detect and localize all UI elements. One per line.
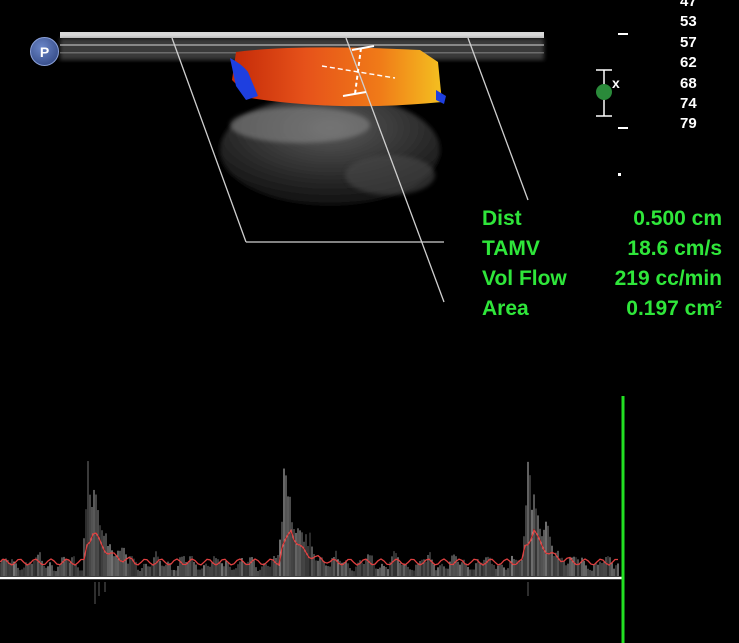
deep-tissue-echo	[345, 155, 435, 195]
skin-line	[60, 32, 544, 38]
measurement-value: 18.6 cm/s	[627, 237, 722, 260]
doppler-spectrum	[0, 461, 619, 576]
measurement-name: Area	[482, 297, 529, 320]
p-logo-icon: P	[30, 37, 59, 66]
measurement-row: Area 0.197 cm²	[482, 294, 722, 324]
measurement-row: TAMV 18.6 cm/s	[482, 234, 722, 264]
measurement-row: Dist 0.500 cm	[482, 204, 722, 234]
forward-flow	[232, 47, 442, 107]
envelope-trace	[0, 528, 618, 567]
measurement-panel: Dist 0.500 cm TAMV 18.6 cm/s Vol Flow 219 cc/…	[482, 204, 722, 324]
focus-dot	[596, 84, 612, 100]
focus-label: x	[612, 75, 620, 91]
depth-label: 79	[680, 115, 697, 133]
depth-label: 53	[680, 13, 697, 31]
depth-label: 47	[680, 0, 697, 10]
focus-marker: x	[596, 33, 628, 176]
color-flow-region	[230, 47, 446, 107]
spectral-doppler	[0, 396, 625, 643]
measurement-name: Dist	[482, 207, 522, 230]
depth-label: 74	[680, 95, 697, 112]
measurement-value: 219 cc/min	[614, 267, 722, 290]
depth-label: 57	[680, 33, 697, 51]
p-logo-label: P	[39, 43, 50, 60]
measurement-name: Vol Flow	[482, 267, 567, 290]
reverse-spectrum	[94, 582, 529, 604]
depth-label: 68	[680, 74, 697, 92]
measurement-value: 0.500 cm	[633, 207, 722, 230]
deep-tissue-echo	[230, 107, 370, 143]
measurement-value: 0.197 cm²	[626, 297, 722, 320]
measurement-row: Vol Flow 219 cc/min	[482, 264, 722, 294]
measurement-name: TAMV	[482, 237, 540, 260]
depth-label: 62	[680, 54, 697, 72]
